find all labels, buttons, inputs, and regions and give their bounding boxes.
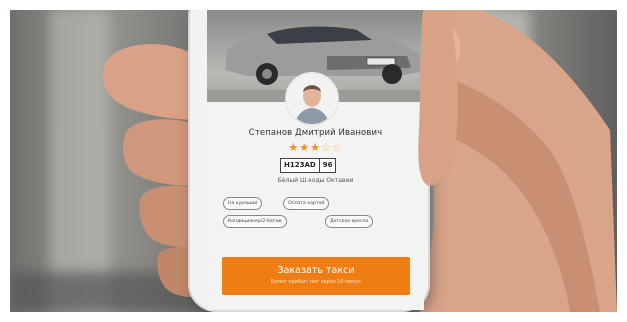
star-empty-icon: ☆ — [331, 141, 343, 154]
order-button-label: Заказать такси — [277, 265, 355, 276]
photo-scene: Степанов Дмитрий Иванович ★★★☆☆ H123AD 9… — [0, 0, 627, 322]
star-empty-icon: ☆ — [320, 141, 332, 154]
driver-rating: ★★★☆☆ — [207, 141, 424, 154]
star-filled-icon: ★ — [288, 141, 300, 154]
driver-name: Степанов Дмитрий Иванович — [248, 128, 383, 138]
thumb-illustration — [418, 10, 458, 186]
plate-number: H123AD — [281, 159, 320, 172]
tag-child-seat: Детское кресло — [325, 215, 374, 228]
order-eta-text: Бумат прибыт пит через 10 минут — [270, 279, 362, 285]
plate-region: 96 — [322, 161, 333, 169]
order-taxi-button[interactable]: Заказать такси Бумат прибыт пит через 10… — [222, 257, 410, 295]
car-description: Белый Ш.коды Октавии — [277, 177, 354, 184]
driver-avatar — [285, 72, 339, 126]
tag-card-payment: Оплата картой — [283, 197, 330, 210]
license-plate: H123AD 96 — [280, 158, 337, 173]
phone-screen: Степанов Дмитрий Иванович ★★★☆☆ H123AD 9… — [207, 10, 424, 310]
star-filled-icon: ★ — [310, 141, 321, 154]
tag-air-conditioning: Кондиционер/2-багаж — [223, 215, 288, 228]
blurred-background: Степанов Дмитрий Иванович ★★★☆☆ H123AD 9… — [10, 10, 617, 312]
tag-non-smoking: На курящий — [223, 197, 263, 210]
star-filled-icon: ★ — [299, 141, 311, 154]
